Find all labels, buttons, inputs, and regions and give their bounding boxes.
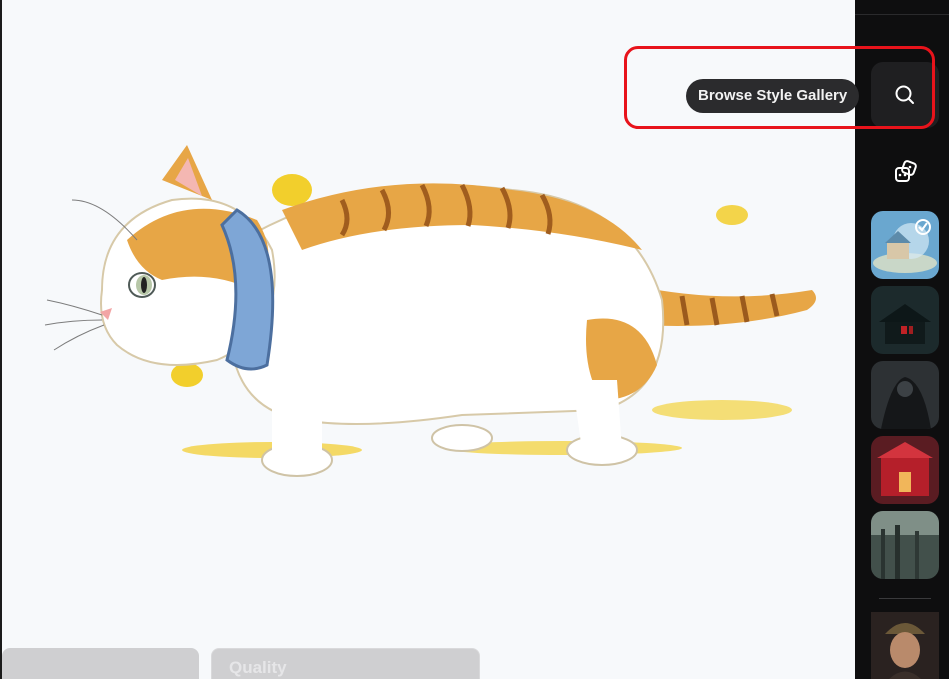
settings-card[interactable] — [2, 648, 199, 679]
style-thumbnail-2[interactable] — [871, 286, 939, 354]
style-thumbnail-5[interactable] — [871, 511, 939, 579]
fantasy-house-thumbnail — [871, 211, 939, 279]
red-temple-thumbnail — [871, 436, 939, 504]
dice-icon — [895, 160, 917, 182]
quality-label: Quality — [229, 658, 287, 677]
random-style-button[interactable] — [883, 152, 929, 192]
forest-thumbnail — [871, 511, 939, 579]
warrior-portrait-thumbnail — [871, 612, 939, 679]
style-thumbnail-1[interactable] — [871, 211, 939, 279]
style-thumbnail-4[interactable] — [871, 436, 939, 504]
sidebar-top-divider — [855, 14, 949, 15]
style-thumbnail-3[interactable] — [871, 361, 939, 429]
sidebar-divider — [879, 598, 931, 599]
dark-house-thumbnail — [871, 286, 939, 354]
dark-figure-thumbnail — [871, 361, 939, 429]
generated-cat-image — [44, 145, 816, 477]
style-thumbnail-6[interactable] — [871, 612, 939, 679]
annotation-highlight — [624, 46, 935, 129]
quality-card[interactable]: Quality — [211, 648, 480, 679]
